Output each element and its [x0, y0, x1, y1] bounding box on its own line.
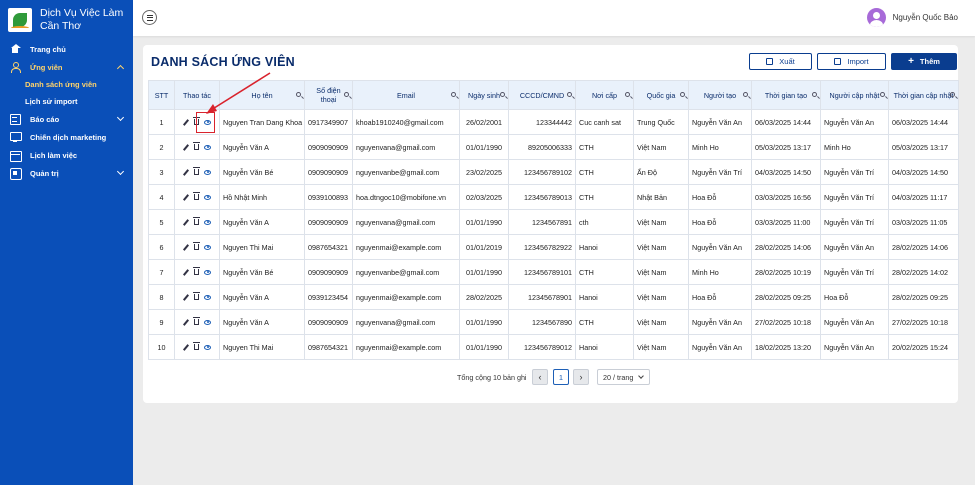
annotation-arrow — [206, 72, 271, 114]
